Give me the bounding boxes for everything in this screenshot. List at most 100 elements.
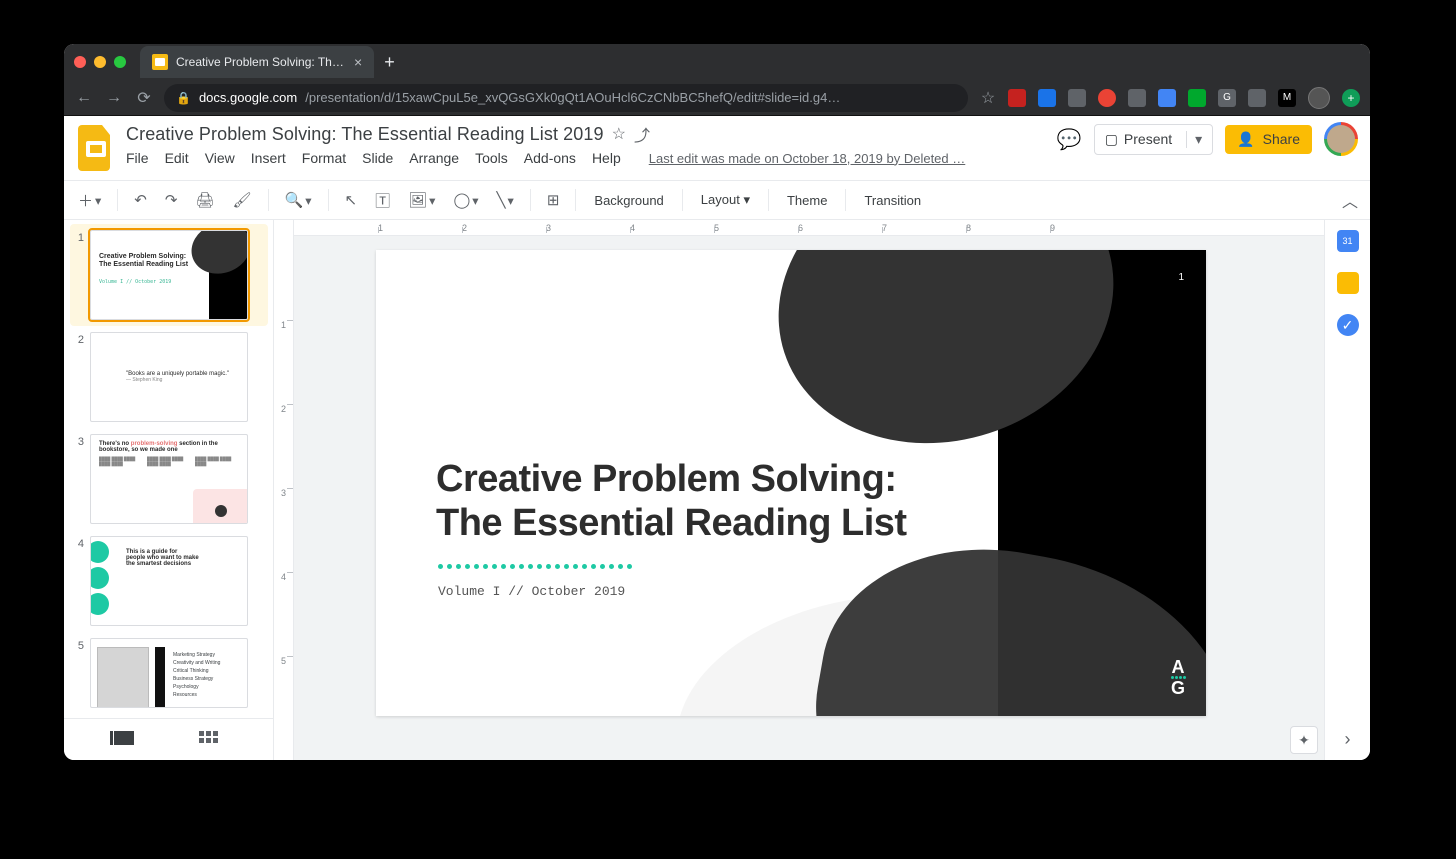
comments-icon[interactable]: 💬 (1057, 127, 1082, 152)
slide-title-text[interactable]: Creative Problem Solving:The Essential R… (436, 458, 907, 545)
undo-icon[interactable]: ↶ (128, 187, 153, 213)
title-bar: Creative Problem Solving: The Essential … (64, 116, 1370, 174)
close-tab-icon[interactable]: × (354, 54, 362, 70)
thumbnail[interactable]: There's no problem-solving section in th… (90, 434, 248, 524)
present-label: Present (1124, 131, 1172, 147)
comment-tool-icon[interactable]: ⊞ (541, 187, 566, 213)
last-edit-link[interactable]: Last edit was made on October 18, 2019 b… (649, 151, 966, 166)
menu-edit[interactable]: Edit (165, 150, 189, 166)
url-bar[interactable]: 🔒 docs.google.com /presentation/d/15xawC… (164, 84, 968, 112)
slide-subtitle-text[interactable]: Volume I // October 2019 (438, 584, 625, 599)
browser-chrome: Creative Problem Solving: The E × + ← → … (64, 44, 1370, 116)
slide-thumb-2[interactable]: 2 "Books are a uniquely portable magic."… (70, 326, 268, 428)
extension-icon[interactable] (1188, 89, 1206, 107)
address-bar-row: ← → ⟳ 🔒 docs.google.com /presentation/d/… (64, 80, 1370, 116)
side-panel: 31 ✓ › (1324, 220, 1370, 760)
menu-view[interactable]: View (205, 150, 235, 166)
slides-favicon-icon (152, 54, 168, 70)
extensions-row: G M + (1008, 87, 1360, 109)
menu-arrange[interactable]: Arrange (409, 150, 459, 166)
present-dropdown-icon[interactable]: ▾ (1186, 131, 1202, 148)
image-tool-icon[interactable]: 🖼▾ (402, 187, 441, 213)
filmstrip-view-controls (64, 718, 273, 760)
new-tab-button[interactable]: + (384, 52, 395, 73)
maximize-window-button[interactable] (114, 56, 126, 68)
menu-bar: File Edit View Insert Format Slide Arran… (126, 150, 1047, 166)
menu-format[interactable]: Format (302, 150, 346, 166)
browser-window: Creative Problem Solving: The E × + ← → … (64, 44, 1370, 760)
explore-button[interactable]: ✦ (1290, 726, 1318, 754)
menu-slide[interactable]: Slide (362, 150, 393, 166)
window-controls[interactable] (74, 56, 126, 68)
slide-thumb-3[interactable]: 3 There's no problem-solving section in … (70, 428, 268, 530)
slide-canvas[interactable]: 1 Creative Problem Solving:The Essential… (376, 250, 1206, 716)
background-button[interactable]: Background (586, 193, 671, 208)
redo-icon[interactable]: ↷ (159, 187, 184, 213)
profile-avatar-icon[interactable] (1308, 87, 1330, 109)
extension-icon[interactable] (1068, 89, 1086, 107)
grid-view-icon[interactable] (199, 731, 223, 749)
slides-logo-icon[interactable] (76, 122, 116, 174)
menu-insert[interactable]: Insert (251, 150, 286, 166)
textbox-tool-icon[interactable]: 🅃 (369, 186, 396, 215)
tasks-addon-icon[interactable]: ✓ (1337, 314, 1359, 336)
canvas-area[interactable]: 1 2 3 4 5 12 34 56 78 9 (274, 220, 1324, 760)
new-slide-button[interactable]: ＋▾ (72, 186, 107, 215)
transition-button[interactable]: Transition (856, 193, 929, 208)
extension-icon[interactable] (1008, 89, 1026, 107)
slide-thumb-5[interactable]: 5 Marketing StrategyCreativity and Writi… (70, 632, 268, 714)
reload-icon[interactable]: ⟳ (134, 88, 154, 108)
slide-thumb-4[interactable]: 4 This is a guide forpeople who want to … (70, 530, 268, 632)
collapse-toolbar-icon[interactable]: ︿ (1342, 188, 1362, 212)
extension-icon[interactable] (1038, 89, 1056, 107)
present-button[interactable]: ▢ Present ▾ (1094, 124, 1214, 155)
move-icon[interactable]: ⤴ (634, 122, 650, 146)
extension-icon[interactable] (1128, 89, 1146, 107)
extension-icon[interactable] (1098, 89, 1116, 107)
title-area: Creative Problem Solving: The Essential … (126, 122, 1047, 166)
keep-addon-icon[interactable] (1337, 272, 1359, 294)
thumbnail[interactable]: This is a guide forpeople who want to ma… (90, 536, 248, 626)
thumbnail[interactable]: Creative Problem Solving:The Essential R… (90, 230, 248, 320)
extension-icon[interactable]: M (1278, 89, 1296, 107)
slide-thumb-1[interactable]: 1 Creative Problem Solving:The Essential… (70, 224, 268, 326)
select-tool-icon[interactable]: ↖ (339, 187, 364, 213)
thumbnail[interactable]: Marketing StrategyCreativity and Writing… (90, 638, 248, 708)
browser-tab[interactable]: Creative Problem Solving: The E × (140, 46, 374, 78)
forward-icon[interactable]: → (104, 89, 124, 107)
shape-tool-icon[interactable]: ◯▾ (447, 187, 484, 213)
profile-badge-icon[interactable]: + (1342, 89, 1360, 107)
filmstrip-view-icon[interactable] (114, 731, 138, 749)
zoom-icon[interactable]: 🔍▾ (279, 187, 318, 213)
back-icon[interactable]: ← (74, 89, 94, 107)
thumbnail[interactable]: "Books are a uniquely portable magic."— … (90, 332, 248, 422)
extension-icon[interactable] (1158, 89, 1176, 107)
star-bookmark-icon[interactable]: ☆ (978, 88, 998, 108)
star-icon[interactable]: ☆ (612, 124, 626, 144)
share-person-icon: 👤 (1237, 131, 1254, 148)
account-avatar[interactable] (1324, 122, 1358, 156)
theme-button[interactable]: Theme (779, 193, 835, 208)
ag-logo: A G (1171, 659, 1186, 696)
slides-app: Creative Problem Solving: The Essential … (64, 116, 1370, 760)
expand-sidepanel-icon[interactable]: › (1345, 729, 1351, 750)
menu-help[interactable]: Help (592, 150, 621, 166)
menu-tools[interactable]: Tools (475, 150, 508, 166)
url-domain: docs.google.com (199, 90, 297, 105)
line-tool-icon[interactable]: ╲▾ (491, 187, 520, 213)
layout-button[interactable]: Layout ▾ (693, 192, 758, 208)
present-icon: ▢ (1105, 131, 1118, 148)
calendar-addon-icon[interactable]: 31 (1337, 230, 1359, 252)
close-window-button[interactable] (74, 56, 86, 68)
extension-icon[interactable]: G (1218, 89, 1236, 107)
share-button[interactable]: 👤 Share (1225, 125, 1312, 154)
filmstrip[interactable]: 1 Creative Problem Solving:The Essential… (64, 220, 274, 718)
menu-file[interactable]: File (126, 150, 149, 166)
document-title[interactable]: Creative Problem Solving: The Essential … (126, 124, 604, 145)
menu-addons[interactable]: Add-ons (524, 150, 576, 166)
vertical-ruler: 1 2 3 4 5 (274, 220, 294, 760)
paint-format-icon[interactable]: 🖌 (227, 187, 258, 213)
extension-icon[interactable] (1248, 89, 1266, 107)
minimize-window-button[interactable] (94, 56, 106, 68)
print-icon[interactable]: 🖨 (189, 187, 220, 213)
